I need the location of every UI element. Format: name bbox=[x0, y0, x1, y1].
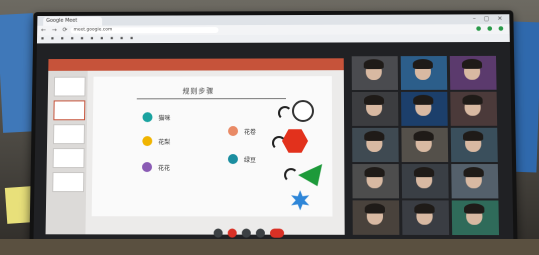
browser-tab[interactable]: Google Meet bbox=[43, 16, 103, 26]
bookmark-item[interactable]: ▪ bbox=[41, 37, 44, 42]
nav-arrows-icon[interactable]: ← → ⟳ bbox=[41, 26, 70, 36]
participant-tile[interactable] bbox=[451, 200, 500, 236]
arrow-arc-icon bbox=[272, 135, 287, 151]
item-label-1: 猫咪 bbox=[158, 115, 171, 123]
participant-hair bbox=[463, 203, 485, 214]
slide-thumbnail[interactable] bbox=[52, 124, 85, 145]
participant-tile[interactable] bbox=[352, 200, 400, 235]
item-dot-5 bbox=[227, 154, 238, 165]
leave-call-button[interactable] bbox=[269, 228, 285, 238]
monitor-screen: Google Meet – ▢ ✕ ← → ⟳ meet.google.com … bbox=[33, 14, 514, 244]
desk-edge bbox=[0, 239, 539, 255]
item-dot-4 bbox=[228, 126, 239, 137]
bookmark-item[interactable]: ▪ bbox=[120, 36, 123, 41]
extension-icons[interactable]: ● ● ● bbox=[476, 24, 506, 34]
url-field[interactable]: meet.google.com bbox=[70, 27, 219, 34]
item-label-2: 花梨 bbox=[158, 139, 171, 147]
participant-tile[interactable] bbox=[352, 127, 399, 163]
participant-tile[interactable] bbox=[401, 164, 449, 199]
participant-hair bbox=[414, 203, 435, 214]
participant-hair bbox=[363, 59, 384, 70]
presenter-header bbox=[48, 58, 344, 71]
bookmark-item[interactable]: ▪ bbox=[51, 36, 54, 41]
participant-tile[interactable] bbox=[451, 164, 499, 199]
arrow-arc-icon bbox=[284, 168, 299, 183]
participant-hair bbox=[462, 94, 483, 105]
participant-hair bbox=[363, 94, 385, 105]
slide-thumbnails bbox=[45, 70, 88, 235]
captions-button[interactable] bbox=[241, 228, 251, 238]
current-slide: 规则步骤 猫咪 花梨 花花 花卷 绿豆 bbox=[91, 76, 333, 217]
participant-tile[interactable] bbox=[351, 91, 399, 126]
participant-hair bbox=[413, 94, 434, 105]
camera-button[interactable] bbox=[227, 228, 237, 238]
bookmark-item[interactable]: ▪ bbox=[80, 36, 83, 41]
slide-thumbnail[interactable] bbox=[52, 148, 85, 169]
bookmark-item[interactable]: ▪ bbox=[61, 36, 64, 41]
participant-hair bbox=[412, 59, 433, 70]
participant-hair bbox=[364, 130, 385, 141]
participant-tile[interactable] bbox=[400, 56, 448, 90]
window-controls[interactable]: – ▢ ✕ bbox=[473, 15, 506, 22]
slide-title: 规则步骤 bbox=[182, 87, 215, 96]
bookmark-item[interactable]: ▪ bbox=[90, 36, 93, 41]
bookmark-item[interactable]: ▪ bbox=[100, 36, 103, 41]
participant-tile[interactable] bbox=[401, 127, 449, 163]
participant-tile[interactable] bbox=[351, 56, 399, 91]
participant-tile[interactable] bbox=[449, 55, 497, 90]
participant-grid bbox=[351, 55, 503, 241]
item-label-4: 花卷 bbox=[244, 129, 257, 137]
participant-hair bbox=[364, 167, 385, 178]
slide-thumbnail[interactable] bbox=[53, 76, 86, 97]
participant-hair bbox=[364, 203, 386, 214]
participant-tile[interactable] bbox=[450, 127, 498, 163]
participant-tile[interactable] bbox=[401, 91, 448, 126]
item-label-5: 绿豆 bbox=[243, 157, 256, 165]
bookmark-item[interactable]: ▪ bbox=[71, 36, 74, 41]
participant-tile[interactable] bbox=[352, 164, 400, 199]
bookmark-item[interactable]: ▪ bbox=[110, 36, 113, 41]
participant-hair bbox=[462, 130, 484, 141]
bookmark-item[interactable]: ▪ bbox=[130, 36, 133, 41]
participant-hair bbox=[461, 58, 483, 69]
presentation-pane: 规则步骤 猫咪 花梨 花花 花卷 绿豆 bbox=[45, 58, 345, 235]
title-underline bbox=[136, 98, 286, 100]
photo-scene: Google Meet – ▢ ✕ ← → ⟳ meet.google.com … bbox=[0, 0, 539, 255]
participant-tile[interactable] bbox=[450, 91, 498, 126]
participant-hair bbox=[413, 167, 435, 178]
item-label-3: 花花 bbox=[157, 165, 171, 173]
participant-hair bbox=[413, 130, 434, 141]
meeting-area: 规则步骤 猫咪 花梨 花花 花卷 绿豆 bbox=[33, 41, 514, 244]
item-dot-2 bbox=[142, 136, 153, 147]
blue-star-shape bbox=[290, 190, 310, 210]
participant-tile[interactable] bbox=[402, 200, 450, 235]
participant-hair bbox=[463, 167, 484, 178]
item-dot-1 bbox=[142, 112, 153, 123]
arrow-arc-icon bbox=[277, 106, 292, 121]
slide-thumbnail[interactable] bbox=[53, 100, 86, 121]
monitor: Google Meet – ▢ ✕ ← → ⟳ meet.google.com … bbox=[29, 10, 518, 250]
present-button[interactable] bbox=[255, 228, 265, 238]
item-dot-3 bbox=[142, 162, 153, 173]
slide-thumbnail[interactable] bbox=[52, 172, 85, 193]
mic-button[interactable] bbox=[213, 228, 223, 238]
white-circle-shape bbox=[291, 100, 315, 122]
green-triangle-shape bbox=[298, 164, 322, 186]
